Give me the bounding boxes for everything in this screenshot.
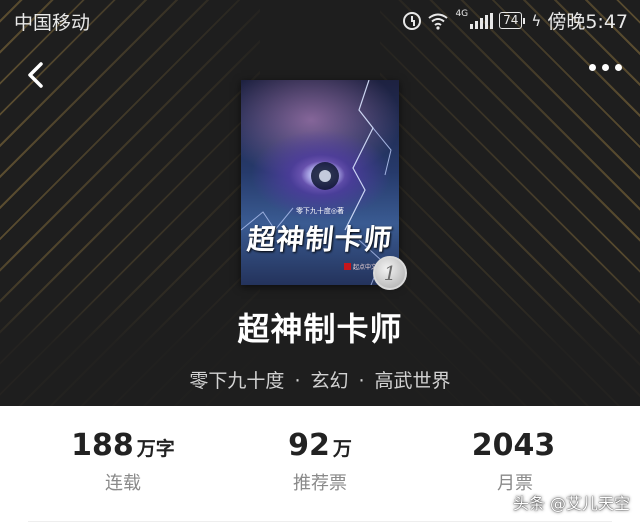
stat-unit: 万 — [332, 438, 352, 460]
battery-icon: 74 — [499, 12, 526, 29]
subgenre-tag[interactable]: 高武世界 — [375, 370, 451, 392]
cover-author-line: 零下九十度◎著 — [295, 207, 345, 215]
publisher-logo-icon — [343, 263, 351, 270]
watermark: 头条 @艾儿天空 — [512, 494, 630, 513]
cover-title: 超神制卡师 — [245, 223, 395, 256]
charging-bolt-icon: ϟ — [531, 11, 542, 30]
author-link[interactable]: 零下九十度 — [189, 370, 284, 392]
book-meta: 零下九十度 · 玄幻 · 高武世界 — [0, 366, 640, 393]
meta-separator: · — [358, 370, 365, 392]
stat-recommend-votes[interactable]: 92 万 推荐票 — [220, 428, 420, 495]
stat-value: 188 — [71, 428, 134, 463]
meta-separator: · — [294, 370, 301, 392]
stat-value: 2043 — [471, 428, 556, 463]
stat-word-count: 188 万字 连载 — [23, 428, 223, 495]
rank-badge: 1 — [373, 256, 407, 290]
stat-unit: 万字 — [136, 438, 175, 460]
book-detail-screen: 中国移动 4G 74 ϟ 傍晚5:47 零下九十度◎著 超神制卡师 起点中文网 … — [0, 0, 640, 530]
status-icons: 4G 74 ϟ 傍晚5:47 — [403, 7, 628, 34]
wifi-icon — [428, 13, 449, 30]
divider — [28, 521, 612, 522]
hero-header: 中国移动 4G 74 ϟ 傍晚5:47 零下九十度◎著 超神制卡师 起点中文网 … — [0, 0, 640, 406]
stat-monthly-votes[interactable]: 2043 月票 — [415, 428, 615, 495]
stat-label: 推荐票 — [293, 473, 347, 494]
book-title: 超神制卡师 — [237, 310, 403, 348]
battery-level: 74 — [499, 12, 523, 29]
network-type-label: 4G — [455, 8, 469, 19]
more-dots-icon[interactable] — [589, 64, 622, 71]
clock: 傍晚5:47 — [547, 11, 628, 33]
book-cover[interactable]: 零下九十度◎著 超神制卡师 起点中文网 — [241, 80, 399, 285]
alarm-icon — [403, 11, 422, 30]
carrier-name: 中国移动 — [14, 12, 91, 34]
book-stats: 188 万字 连载 92 万 推荐票 2043 月票 头条 @艾儿天空 — [0, 406, 640, 530]
stat-label: 连载 — [105, 473, 141, 494]
stat-value: 92 — [288, 428, 330, 463]
genre-tag[interactable]: 玄幻 — [310, 370, 348, 392]
chevron-left-icon[interactable] — [22, 60, 52, 90]
signal-icon — [470, 12, 494, 29]
status-bar: 中国移动 4G 74 ϟ 傍晚5:47 — [0, 0, 640, 40]
